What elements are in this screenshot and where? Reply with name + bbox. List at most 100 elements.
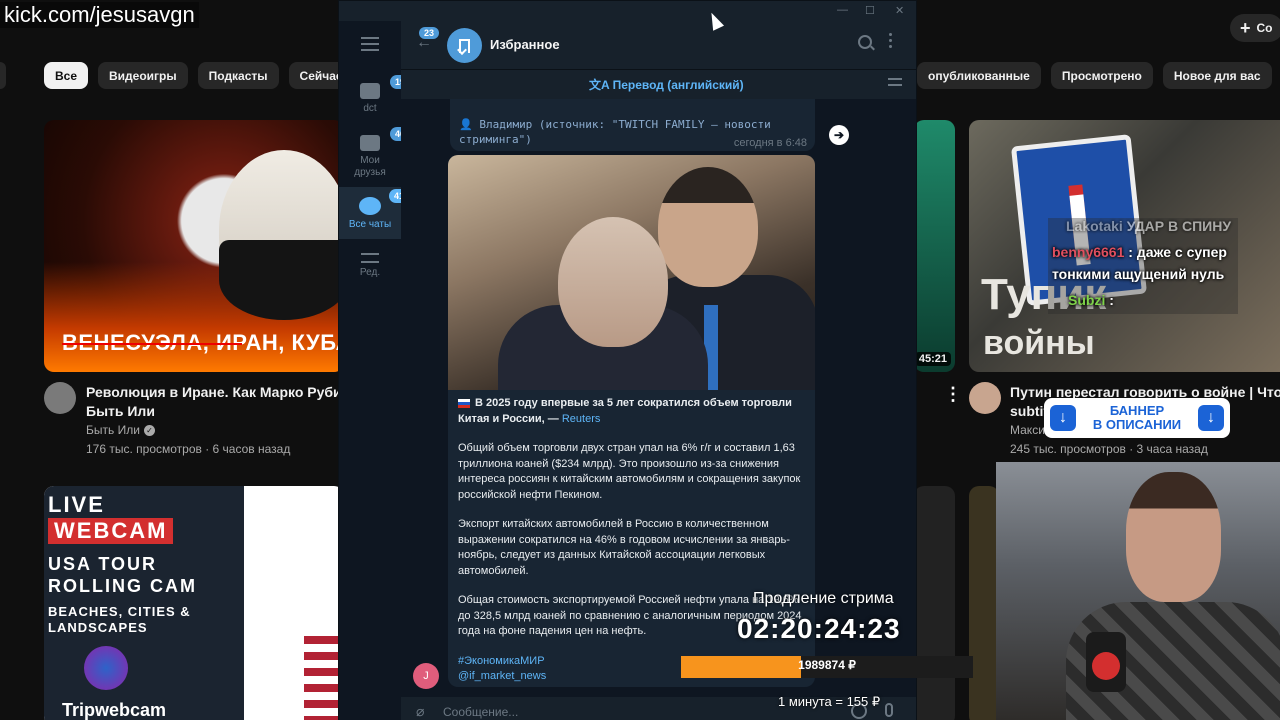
channel-avatar-1[interactable]	[44, 382, 76, 414]
chip-all[interactable]: Все	[44, 62, 89, 89]
chats-icon: 416	[359, 189, 415, 215]
telegram-window: — ☐ ✕ 191 dct 46 Мои друзья 416 Все чаты…	[338, 0, 917, 720]
thumb3-text-2: войны	[983, 324, 1095, 362]
banner-line-2: В ОПИСАНИИ	[1092, 417, 1182, 432]
video-thumbnail-mid-top[interactable]: 45:21	[914, 120, 955, 372]
search-icon[interactable]	[858, 35, 872, 49]
globe-icon	[84, 646, 128, 690]
create-button[interactable]: + Со	[1230, 14, 1280, 42]
more-vertical-icon[interactable]	[889, 33, 893, 51]
translate-icon: 文A	[589, 78, 613, 92]
chat-text-2: : даже с супер	[1128, 244, 1227, 260]
video-thumbnail-1[interactable]: ВЕНЕСУЭЛА, ИРАН, КУБА	[44, 120, 344, 372]
microphone-icon[interactable]	[885, 703, 893, 717]
message-paragraph-2: Экспорт китайских автомобилей в Россию в…	[458, 518, 790, 577]
bookmark-icon	[459, 38, 470, 53]
chat-header: ← 23 Избранное	[401, 21, 916, 69]
forwarded-line-2: стриминга")	[459, 133, 532, 146]
chip-new-for-you[interactable]: Новое для вас	[1162, 62, 1272, 89]
chips-right: опубликованные Просмотрено Новое для вас	[917, 62, 1272, 89]
chat-user-4: Subzi	[1068, 292, 1106, 308]
duration-badge: 45:21	[914, 352, 951, 366]
donation-progress: 1989874 ₽	[681, 656, 973, 678]
folder-label: Ред.	[359, 267, 381, 278]
thumb-line-1: USA TOUR	[48, 554, 158, 574]
channel-name-3[interactable]: Макси	[1010, 421, 1045, 439]
chat-user-2: benny6661	[1052, 244, 1125, 260]
maximize-icon[interactable]: ☐	[865, 4, 875, 17]
forwarded-from[interactable]: 👤 Владимир (источник: "TWITCH FAMILY – н…	[459, 117, 771, 147]
thumb-live-text: LIVE	[48, 492, 105, 517]
chip-partial[interactable]	[0, 62, 6, 89]
forwarded-header-bubble: 👤 Владимир (источник: "TWITCH FAMILY – н…	[450, 99, 815, 151]
chip-watched[interactable]: Просмотрено	[1050, 62, 1153, 89]
chip-published[interactable]: опубликованные	[917, 62, 1041, 89]
close-icon[interactable]: ✕	[895, 4, 904, 17]
folder-dct[interactable]: 191 dct	[339, 75, 416, 127]
translate-bar: 文A Перевод (английский)	[401, 69, 916, 99]
chip-podcasts[interactable]: Подкасты	[197, 62, 279, 89]
message-input[interactable]: Сообщение...	[443, 705, 518, 719]
video-title-1-line1: Революция в Иране. Как Марко Рубио С	[86, 384, 338, 400]
webcam-person-head	[1126, 472, 1221, 602]
stream-extend-label: Продление стрима	[753, 590, 894, 607]
forwarded-line-1: Владимир (источник: "TWITCH FAMILY – нов…	[479, 118, 771, 131]
message-photo[interactable]	[448, 155, 815, 390]
balaclava-image	[219, 240, 344, 320]
window-titlebar: — ☐ ✕	[339, 1, 916, 21]
stream-chat-line-2: benny6661 : даже с супер	[1052, 244, 1227, 260]
stream-chat-line-1: Lakotaki УДАР В СПИНУ	[1066, 218, 1231, 234]
folder-friends[interactable]: 46 Мои друзья	[339, 127, 411, 187]
message-paragraph-1: Общий объем торговли двух стран упал на …	[458, 442, 801, 501]
video-thumbnail-mid-bottom[interactable]	[914, 486, 955, 720]
message-time: сегодня в 6:48	[733, 137, 807, 149]
chip-games[interactable]: Видеоигры	[98, 62, 188, 89]
thumbnail-caption: ВЕНЕСУЭЛА, ИРАН, КУБА	[62, 330, 344, 356]
paperclip-icon[interactable]: ⌀	[416, 703, 424, 720]
folders-sidebar: 191 dct 46 Мои друзья 416 Все чаты Ред.	[339, 21, 416, 720]
photo-person-2-head	[658, 167, 758, 287]
chat-text-4: :	[1109, 292, 1114, 308]
sliders-icon	[361, 253, 379, 263]
more-options-icon[interactable]: ⋮	[944, 384, 962, 405]
thumb-line-2: ROLLING CAM	[48, 576, 197, 596]
photo-person-1-head	[558, 217, 668, 347]
folder-edit[interactable]: Ред.	[339, 251, 401, 291]
folder-icon: 46	[360, 127, 411, 151]
video-thumbnail-mid-bottom-2[interactable]	[969, 486, 999, 720]
author-avatar[interactable]: J	[413, 663, 439, 689]
mic-logo-image	[1092, 652, 1120, 680]
stream-rate: 1 минута = 155 ₽	[778, 694, 881, 709]
folder-label: dct	[363, 103, 377, 114]
stream-timer: 02:20:24:23	[737, 613, 901, 644]
translate-label: Перевод (английский)	[612, 78, 744, 92]
translate-settings-icon[interactable]	[888, 78, 902, 90]
channel-avatar-3[interactable]	[969, 382, 1001, 414]
streamer-webcam	[996, 462, 1280, 720]
reuters-link[interactable]: Reuters	[562, 413, 601, 425]
chips-left: Все Видеоигры Подкасты Сейчас в	[44, 62, 365, 89]
folder-icon: 191	[360, 75, 416, 99]
thumb-brand: Tripwebcam	[62, 700, 167, 720]
hamburger-menu-icon[interactable]	[361, 37, 379, 55]
donation-progress-text: 1989874 ₽	[798, 658, 856, 672]
arrow-down-icon: ↓	[1050, 405, 1076, 431]
forward-arrow-icon[interactable]: ➔	[829, 125, 849, 145]
verified-icon: ✓	[143, 425, 155, 437]
message-lead-text: В 2025 году впервые за 5 лет сократился …	[458, 397, 792, 425]
channel-name-1[interactable]: Быть Или ✓	[86, 421, 155, 439]
folder-label: Все чаты	[348, 219, 392, 230]
screen: Все Видеоигры Подкасты Сейчас в опублико…	[0, 0, 1280, 720]
video-thumbnail-2[interactable]: LIVE WEBCAM USA TOUR ROLLING CAM BEACHES…	[44, 486, 344, 720]
chat-user-1: Lakotaki	[1066, 218, 1123, 234]
thumb-line-3: BEACHES, CITIES &	[48, 604, 191, 619]
thumb-webcam-text: WEBCAM	[48, 518, 174, 544]
minimize-icon[interactable]: —	[837, 4, 848, 16]
chat-title[interactable]: Избранное	[490, 37, 560, 52]
saved-messages-avatar[interactable]	[447, 28, 482, 63]
translate-button[interactable]: 文A Перевод (английский)	[589, 76, 744, 93]
video-meta-3: 245 тыс. просмотров · 3 часа назад	[1010, 442, 1208, 456]
video-title-1[interactable]: Революция в Иране. Как Марко Рубио С Быт…	[86, 383, 338, 421]
thumb-line-4: LANDSCAPES	[48, 620, 148, 635]
folder-all-chats[interactable]: 416 Все чаты	[339, 187, 415, 239]
